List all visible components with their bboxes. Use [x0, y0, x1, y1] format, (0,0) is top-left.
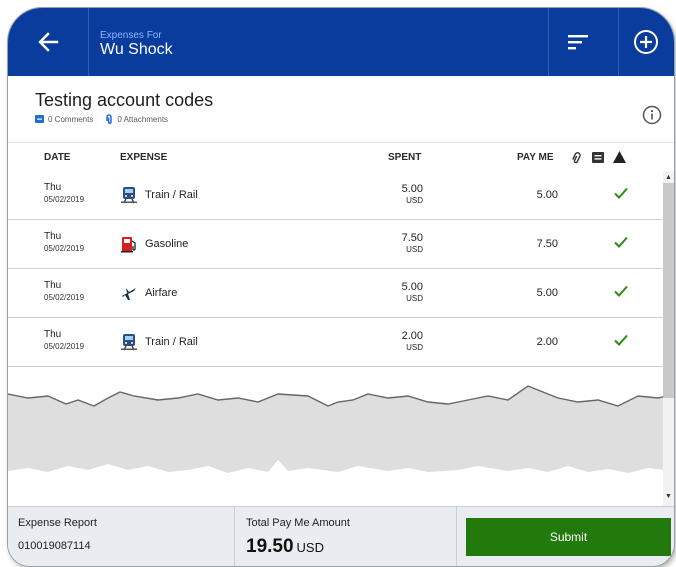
train-icon [121, 187, 137, 204]
total-label: Total Pay Me Amount [246, 517, 350, 529]
footer-divider [456, 507, 457, 566]
warning-icon [613, 151, 626, 163]
top-bar: Expenses For Wu Shock [8, 8, 674, 76]
report-number: 010019087114 [18, 540, 91, 552]
comment-icon [35, 115, 44, 123]
row-currency: USD [406, 294, 423, 303]
table-header: DATE EXPENSE SPENT PAY ME [8, 142, 674, 173]
torn-edge-divider [8, 385, 674, 473]
check-icon [614, 187, 628, 199]
total-pay-me: Total Pay Me Amount 19.50 USD [236, 507, 456, 566]
table-row[interactable]: Thu 05/02/2019 Gasoline 7.50 USD 7.50 [8, 220, 663, 269]
row-day: Thu [44, 329, 62, 340]
comments-link[interactable]: 0 Comments [35, 115, 93, 124]
total-value: 19.50 [246, 536, 294, 557]
info-button[interactable] [641, 104, 663, 126]
row-spent: 5.00 [401, 183, 423, 195]
row-spent: 2.00 [401, 330, 423, 342]
submit-button[interactable]: Submit [466, 518, 671, 556]
column-header-date[interactable]: DATE [44, 152, 70, 163]
row-expense: Airfare [145, 287, 178, 299]
gas-pump-icon [121, 237, 136, 253]
row-spent: 5.00 [401, 281, 423, 293]
header-subtitle: Expenses For [100, 30, 162, 41]
list-scrollbar[interactable]: ▲ ▼ [663, 171, 674, 506]
row-date: 05/02/2019 [44, 244, 85, 253]
table-row[interactable]: Thu 05/02/2019 Train / Rail 2.00 USD 2.0… [8, 318, 663, 367]
airplane-icon [122, 288, 136, 300]
paperclip-icon [572, 152, 581, 164]
row-expense: Train / Rail [145, 336, 198, 348]
row-spent: 7.50 [401, 232, 423, 244]
footer-bar: Expense Report 010019087114 Total Pay Me… [8, 506, 674, 566]
comments-count: 0 Comments [48, 114, 94, 124]
report-title: Testing account codes [35, 90, 214, 110]
arrow-left-icon [38, 32, 59, 52]
check-icon [614, 334, 628, 346]
row-currency: USD [406, 245, 423, 254]
scroll-up-icon[interactable]: ▲ [665, 174, 672, 181]
column-header-spent[interactable]: SPENT [388, 152, 421, 163]
back-button[interactable] [8, 8, 88, 76]
expense-report-info: Expense Report 010019087114 [8, 507, 234, 566]
comment-icon [592, 152, 604, 163]
report-meta: 0 Comments 0 Attachments [35, 114, 180, 124]
table-row[interactable]: Thu 05/02/2019 Airfare 5.00 USD 5.00 [8, 269, 663, 318]
total-currency: USD [296, 540, 324, 555]
row-day: Thu [44, 182, 62, 193]
sort-button[interactable] [548, 8, 608, 76]
report-label: Expense Report [18, 517, 97, 529]
row-pay-me: 5.00 [536, 189, 558, 201]
row-day: Thu [44, 280, 62, 291]
header-divider [88, 8, 89, 76]
header-title: Wu Shock [100, 41, 173, 58]
train-icon [121, 334, 137, 351]
add-expense-button[interactable] [618, 8, 674, 76]
row-currency: USD [406, 196, 423, 205]
column-header-pay-me[interactable]: PAY ME [517, 152, 554, 163]
info-icon [642, 105, 662, 125]
row-expense: Gasoline [145, 238, 189, 250]
paperclip-icon [106, 114, 113, 124]
row-pay-me: 2.00 [536, 336, 558, 348]
row-date: 05/02/2019 [44, 195, 85, 204]
row-day: Thu [44, 231, 62, 242]
scrollbar-thumb[interactable] [663, 183, 674, 398]
row-date: 05/02/2019 [44, 342, 85, 351]
table-row[interactable]: Thu 05/02/2019 Train / Rail 5.00 USD 5.0… [8, 171, 663, 220]
plus-circle-icon [634, 30, 658, 54]
check-icon [614, 285, 628, 297]
attachments-count: 0 Attachments [117, 114, 169, 124]
check-icon [614, 236, 628, 248]
row-expense: Train / Rail [145, 189, 198, 201]
row-currency: USD [406, 343, 423, 352]
sort-icon [568, 35, 588, 50]
attachments-link[interactable]: 0 Attachments [105, 114, 168, 124]
row-pay-me: 5.00 [536, 287, 558, 299]
scroll-down-icon[interactable]: ▼ [665, 493, 672, 500]
footer-divider [234, 507, 235, 566]
row-pay-me: 7.50 [536, 238, 558, 250]
app-window: Expenses For Wu Shock Testing account co… [8, 8, 674, 566]
header-titles: Expenses For Wu Shock [100, 30, 173, 59]
row-date: 05/02/2019 [44, 293, 85, 302]
total-amount: 19.50 USD [246, 536, 324, 558]
column-header-expense[interactable]: EXPENSE [120, 152, 167, 163]
